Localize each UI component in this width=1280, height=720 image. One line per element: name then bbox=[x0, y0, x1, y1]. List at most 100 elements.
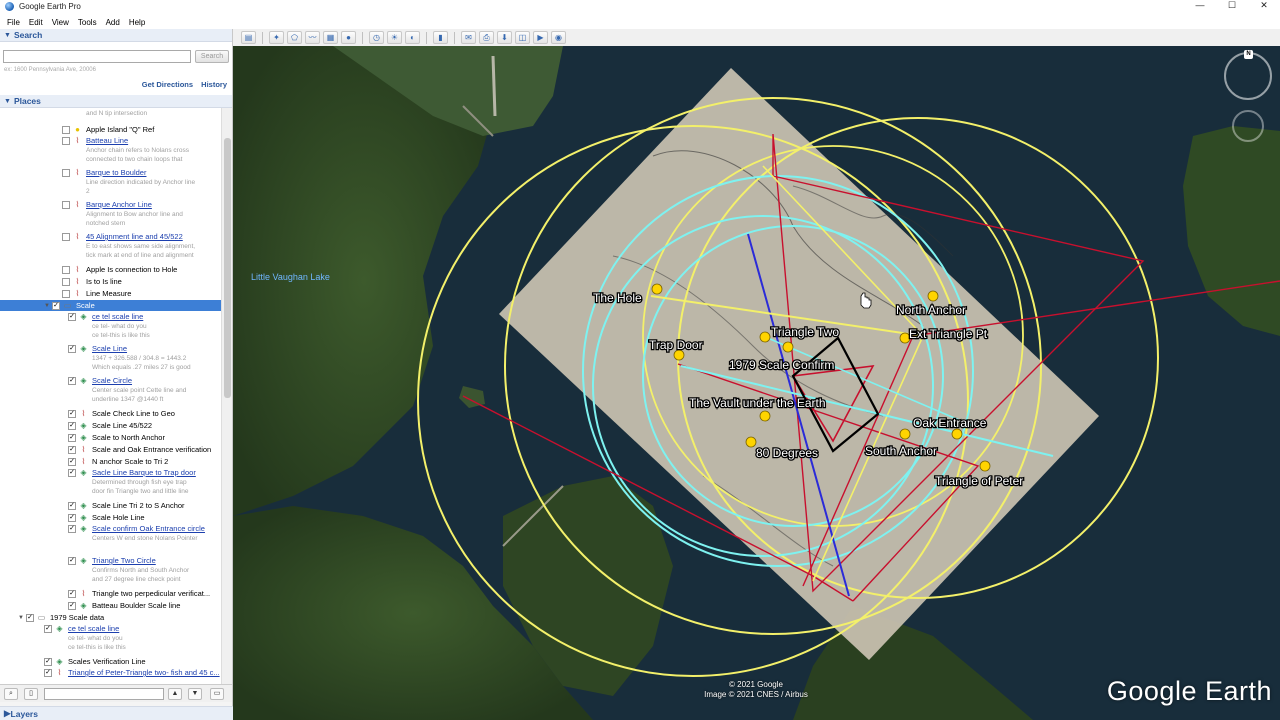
image-overlay-icon[interactable]: ▦ bbox=[323, 31, 338, 44]
history-link[interactable]: History bbox=[201, 80, 227, 89]
menu-help[interactable]: Help bbox=[129, 18, 145, 27]
menu-edit[interactable]: Edit bbox=[29, 18, 43, 27]
places-item-label[interactable]: Apple Island "Q" Ref bbox=[86, 125, 154, 134]
places-item[interactable]: ✓ ◈ Scale Line 45/522 bbox=[0, 420, 222, 431]
visibility-checkbox[interactable] bbox=[62, 125, 70, 134]
visibility-checkbox[interactable]: ✓ bbox=[68, 457, 76, 466]
visibility-checkbox[interactable]: ✓ bbox=[68, 421, 76, 430]
places-item-label[interactable]: ce tel scale line bbox=[92, 312, 143, 321]
places-panel-header[interactable]: ▼ Places bbox=[0, 95, 232, 108]
places-item[interactable]: ✓ ◈ ce tel scale line bbox=[0, 311, 222, 322]
visibility-checkbox[interactable] bbox=[62, 289, 70, 298]
visibility-checkbox[interactable]: ✓ bbox=[68, 312, 76, 321]
placemark-icon[interactable]: ✦ bbox=[269, 31, 284, 44]
places-item-label[interactable]: Scale Line Tri 2 to S Anchor bbox=[92, 501, 185, 510]
visibility-checkbox[interactable]: ✓ bbox=[68, 601, 76, 610]
places-item-label[interactable]: Batteau Line bbox=[86, 136, 128, 145]
places-item[interactable]: ✓ ⌇ Scale Check Line to Geo bbox=[0, 408, 222, 419]
label-oak-entrance[interactable]: Oak Entrance bbox=[912, 415, 988, 432]
expand-arrow-icon[interactable]: ▼ bbox=[17, 615, 25, 621]
expand-arrow-icon[interactable]: ▼ bbox=[43, 303, 51, 309]
places-item[interactable]: ✓ ◈ Scale Line bbox=[0, 343, 222, 354]
save-image-icon[interactable]: ⬇ bbox=[497, 31, 512, 44]
places-item-label[interactable]: Is to Is line bbox=[86, 277, 122, 286]
places-item[interactable]: ⌇ Barque to Boulder bbox=[0, 167, 222, 178]
places-item-label[interactable]: Batteau Boulder Scale line bbox=[92, 601, 180, 610]
path-icon[interactable]: 〰 bbox=[305, 31, 320, 44]
visibility-checkbox[interactable]: ✓ bbox=[68, 589, 76, 598]
scrollbar-thumb[interactable] bbox=[224, 138, 231, 398]
visibility-checkbox[interactable]: ✓ bbox=[68, 524, 76, 533]
label-vault[interactable]: The Vault under the Earth bbox=[688, 395, 827, 412]
search-panel-header[interactable]: ▼ Search bbox=[0, 29, 232, 42]
visibility-checkbox[interactable]: ✓ bbox=[68, 556, 76, 565]
places-item-label[interactable]: Barque to Boulder bbox=[86, 168, 146, 177]
places-item-label[interactable]: N anchor Scale to Tri 2 bbox=[92, 457, 168, 466]
folder-icon[interactable]: ▭ bbox=[210, 688, 224, 700]
visibility-checkbox[interactable] bbox=[62, 232, 70, 241]
globe-icon[interactable]: ◉ bbox=[551, 31, 566, 44]
layers-panel-header[interactable]: ▶ Layers bbox=[0, 706, 233, 720]
move-up-icon[interactable]: ▲ bbox=[168, 688, 182, 700]
places-item[interactable]: ⌇ Line Measure bbox=[0, 288, 222, 299]
places-item[interactable]: ⌇ Is to Is line bbox=[0, 276, 222, 287]
places-item[interactable]: ▼ ✓ ▭ 1979 Scale data bbox=[0, 612, 222, 623]
sun-icon[interactable]: ☀ bbox=[387, 31, 402, 44]
label-south-anchor[interactable]: South Anchor bbox=[864, 443, 939, 460]
visibility-checkbox[interactable]: ✓ bbox=[44, 668, 52, 677]
places-item[interactable]: ✓ ◈ Batteau Boulder Scale line bbox=[0, 600, 222, 611]
places-item-label[interactable]: Triangle Two Circle bbox=[92, 556, 156, 565]
places-item-label[interactable]: Scale Line bbox=[92, 344, 127, 353]
places-item[interactable]: ✓ ◈ Scale Circle bbox=[0, 375, 222, 386]
print-icon[interactable]: ⎙ bbox=[479, 31, 494, 44]
places-item-label[interactable]: Scale Check Line to Geo bbox=[92, 409, 175, 418]
minimize-button[interactable]: — bbox=[1184, 0, 1216, 13]
navigation-move-control[interactable] bbox=[1232, 110, 1264, 142]
places-filter-input[interactable] bbox=[44, 688, 164, 700]
menu-tools[interactable]: Tools bbox=[78, 18, 97, 27]
menu-file[interactable]: File bbox=[7, 18, 20, 27]
map-canvas[interactable]: Little Vaughan Lake The Hole North Ancho… bbox=[233, 46, 1280, 720]
label-1979-scale-confirm[interactable]: 1979 Scale Confirm bbox=[728, 357, 836, 374]
places-item[interactable]: ▼ ✓ ▭ Scale bbox=[0, 300, 222, 311]
places-item-label[interactable]: Scale Hole Line bbox=[92, 513, 145, 522]
view-in-maps-icon[interactable]: ◫ bbox=[515, 31, 530, 44]
places-item-label[interactable]: Scale and Oak Entrance verification bbox=[92, 445, 211, 454]
visibility-checkbox[interactable] bbox=[62, 168, 70, 177]
menu-view[interactable]: View bbox=[52, 18, 69, 27]
places-item[interactable]: ✓ ◈ Scale Hole Line bbox=[0, 512, 222, 523]
places-item-label[interactable]: Scale Line 45/522 bbox=[92, 421, 152, 430]
label-ext-triangle-pt[interactable]: Ext Triangle Pt bbox=[908, 326, 989, 343]
move-down-icon[interactable]: ▼ bbox=[188, 688, 202, 700]
places-item[interactable]: ✓ ◈ Scale Line Tri 2 to S Anchor bbox=[0, 500, 222, 511]
maximize-button[interactable]: ☐ bbox=[1216, 0, 1248, 13]
places-item[interactable]: ⌇ Batteau Line bbox=[0, 135, 222, 146]
places-item[interactable]: ✓ ◈ Scale to North Anchor bbox=[0, 432, 222, 443]
close-button[interactable]: ✕ bbox=[1248, 0, 1280, 13]
menu-add[interactable]: Add bbox=[106, 18, 120, 27]
visibility-checkbox[interactable]: ✓ bbox=[68, 433, 76, 442]
visibility-checkbox[interactable]: ✓ bbox=[26, 613, 34, 622]
places-item-label[interactable]: Scale confirm Oak Entrance circle bbox=[92, 524, 205, 533]
places-item[interactable]: ✓ ◈ Triangle Two Circle bbox=[0, 555, 222, 566]
places-scrollbar[interactable] bbox=[221, 108, 232, 684]
sidebar-toggle-icon[interactable]: ▤ bbox=[241, 31, 256, 44]
search-places-icon[interactable]: ⌕ bbox=[4, 688, 18, 700]
places-item[interactable]: ✓ ◈ ce tel scale line bbox=[0, 623, 222, 634]
places-item[interactable]: ⌇ Apple Is connection to Hole bbox=[0, 264, 222, 275]
places-item-label[interactable]: 45 Alignment line and 45/522 bbox=[86, 232, 183, 241]
north-indicator[interactable]: N bbox=[1244, 50, 1253, 59]
places-item[interactable]: ✓ ⌇ Triangle two perpedicular verificat... bbox=[0, 588, 222, 599]
places-item-label[interactable]: Sacle Line Barque to Trap door bbox=[92, 468, 196, 477]
visibility-checkbox[interactable]: ✓ bbox=[68, 513, 76, 522]
ruler-icon[interactable]: ▮ bbox=[433, 31, 448, 44]
planets-icon[interactable]: ◐ bbox=[405, 31, 420, 44]
search-input[interactable] bbox=[3, 50, 191, 63]
search-button[interactable]: Search bbox=[195, 50, 229, 63]
places-item-label[interactable]: Apple Is connection to Hole bbox=[86, 265, 177, 274]
visibility-checkbox[interactable] bbox=[62, 277, 70, 286]
visibility-checkbox[interactable] bbox=[62, 136, 70, 145]
label-triangle-two[interactable]: Triangle Two bbox=[770, 324, 841, 341]
places-item-label[interactable]: 1979 Scale data bbox=[50, 613, 104, 622]
navigation-look-control[interactable] bbox=[1224, 52, 1272, 100]
